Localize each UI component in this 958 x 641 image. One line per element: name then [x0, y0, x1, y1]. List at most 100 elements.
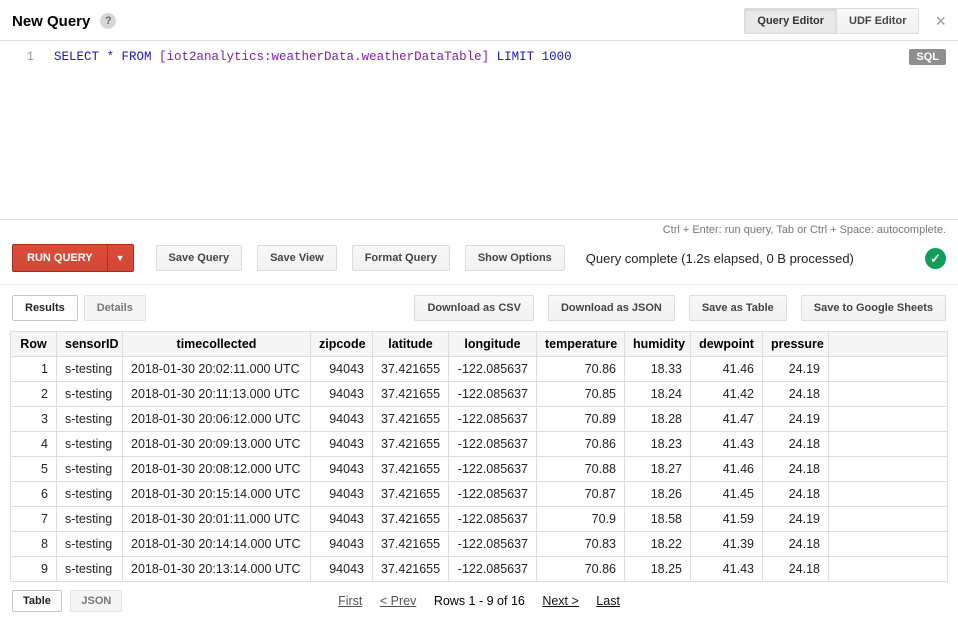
table-cell: 2018-01-30 20:11:13.000 UTC — [123, 382, 311, 407]
results-body: 1s-testing2018-01-30 20:02:11.000 UTC940… — [11, 357, 948, 582]
table-cell: 70.89 — [537, 407, 625, 432]
table-cell: 18.28 — [625, 407, 691, 432]
table-cell: s-testing — [57, 357, 123, 382]
table-cell: 18.22 — [625, 532, 691, 557]
table-cell: s-testing — [57, 457, 123, 482]
tab-results[interactable]: Results — [12, 295, 78, 321]
table-cell: 94043 — [311, 532, 373, 557]
pagination-first[interactable]: First — [338, 594, 362, 608]
column-header: temperature — [537, 332, 625, 357]
run-query-dropdown[interactable]: ▼ — [107, 245, 133, 271]
save-to-sheets-button[interactable]: Save to Google Sheets — [801, 295, 946, 321]
table-cell: 24.19 — [763, 357, 829, 382]
save-query-button[interactable]: Save Query — [156, 245, 243, 271]
table-cell: 24.19 — [763, 507, 829, 532]
table-cell: 24.18 — [763, 432, 829, 457]
table-cell — [829, 557, 948, 582]
table-cell: 70.87 — [537, 482, 625, 507]
format-query-button[interactable]: Format Query — [352, 245, 450, 271]
caret-down-icon: ▼ — [116, 253, 125, 263]
column-header: sensorID — [57, 332, 123, 357]
tab-query-editor[interactable]: Query Editor — [744, 8, 837, 34]
table-cell: 41.46 — [691, 357, 763, 382]
table-cell: 24.18 — [763, 532, 829, 557]
show-options-button[interactable]: Show Options — [465, 245, 565, 271]
pagination: First < Prev Rows 1 - 9 of 16 Next > Las… — [0, 594, 958, 608]
sql-token-keyword: SELECT * FROM — [54, 50, 159, 64]
table-cell: 70.88 — [537, 457, 625, 482]
sql-token-number: 1000 — [542, 50, 572, 64]
view-toggle: Table JSON — [12, 590, 126, 612]
table-cell: 41.42 — [691, 382, 763, 407]
column-header: longitude — [449, 332, 537, 357]
query-status: Query complete (1.2s elapsed, 0 B proces… — [586, 251, 854, 266]
table-cell: s-testing — [57, 382, 123, 407]
table-cell: 70.86 — [537, 432, 625, 457]
table-cell: 7 — [11, 507, 57, 532]
table-cell: 37.421655 — [373, 532, 449, 557]
table-row: 6s-testing2018-01-30 20:15:14.000 UTC940… — [11, 482, 948, 507]
table-cell: 37.421655 — [373, 557, 449, 582]
table-cell: 18.58 — [625, 507, 691, 532]
save-as-table-button[interactable]: Save as Table — [689, 295, 787, 321]
column-header: Row — [11, 332, 57, 357]
sql-query-text[interactable]: SELECT * FROM [iot2analytics:weatherData… — [44, 41, 572, 219]
table-cell: 24.18 — [763, 382, 829, 407]
table-row: 8s-testing2018-01-30 20:14:14.000 UTC940… — [11, 532, 948, 557]
run-query-button[interactable]: RUN QUERY ▼ — [12, 244, 134, 272]
download-csv-button[interactable]: Download as CSV — [414, 295, 534, 321]
table-cell — [829, 507, 948, 532]
table-cell: 94043 — [311, 382, 373, 407]
run-query-label: RUN QUERY — [13, 245, 107, 271]
results-actions: Download as CSV Download as JSON Save as… — [400, 295, 946, 321]
table-cell: 2018-01-30 20:09:13.000 UTC — [123, 432, 311, 457]
line-number: 1 — [0, 41, 44, 219]
help-icon[interactable]: ? — [100, 13, 116, 29]
table-cell — [829, 457, 948, 482]
table-cell: s-testing — [57, 507, 123, 532]
table-row: 1s-testing2018-01-30 20:02:11.000 UTC940… — [11, 357, 948, 382]
table-cell: 37.421655 — [373, 457, 449, 482]
pagination-next[interactable]: Next > — [542, 594, 578, 608]
table-cell: 18.26 — [625, 482, 691, 507]
table-cell — [829, 432, 948, 457]
table-cell: 41.43 — [691, 557, 763, 582]
download-json-button[interactable]: Download as JSON — [548, 295, 675, 321]
table-cell: -122.085637 — [449, 407, 537, 432]
close-icon[interactable]: × — [935, 12, 946, 30]
table-cell: 5 — [11, 457, 57, 482]
tab-udf-editor[interactable]: UDF Editor — [837, 8, 919, 34]
sql-editor[interactable]: 1 SELECT * FROM [iot2analytics:weatherDa… — [0, 40, 958, 220]
pagination-prev[interactable]: < Prev — [380, 594, 416, 608]
table-cell: 2018-01-30 20:06:12.000 UTC — [123, 407, 311, 432]
table-cell: 24.19 — [763, 407, 829, 432]
table-cell: 37.421655 — [373, 432, 449, 457]
table-cell: -122.085637 — [449, 557, 537, 582]
view-json-button[interactable]: JSON — [70, 590, 122, 612]
table-cell: 24.18 — [763, 557, 829, 582]
column-header: timecollected — [123, 332, 311, 357]
query-toolbar: RUN QUERY ▼ Save Query Save View Format … — [0, 238, 958, 284]
table-cell: 4 — [11, 432, 57, 457]
table-cell: 24.18 — [763, 482, 829, 507]
table-cell — [829, 407, 948, 432]
sql-badge: SQL — [909, 49, 946, 65]
table-cell: 24.18 — [763, 457, 829, 482]
table-row: 4s-testing2018-01-30 20:09:13.000 UTC940… — [11, 432, 948, 457]
editor-hint: Ctrl + Enter: run query, Tab or Ctrl + S… — [0, 220, 958, 238]
save-view-button[interactable]: Save View — [257, 245, 337, 271]
table-row: 7s-testing2018-01-30 20:01:11.000 UTC940… — [11, 507, 948, 532]
table-cell: -122.085637 — [449, 357, 537, 382]
table-cell: -122.085637 — [449, 482, 537, 507]
table-cell: 70.83 — [537, 532, 625, 557]
results-header: Results Details Download as CSV Download… — [0, 295, 958, 329]
column-header: humidity — [625, 332, 691, 357]
table-cell: -122.085637 — [449, 432, 537, 457]
editor-mode-switch: Query Editor UDF Editor × — [744, 8, 946, 34]
tab-details[interactable]: Details — [84, 295, 146, 321]
table-cell: 1 — [11, 357, 57, 382]
table-cell: 94043 — [311, 407, 373, 432]
pagination-last[interactable]: Last — [596, 594, 620, 608]
topbar: New Query ? Query Editor UDF Editor × — [0, 0, 958, 40]
view-table-button[interactable]: Table — [12, 590, 62, 612]
